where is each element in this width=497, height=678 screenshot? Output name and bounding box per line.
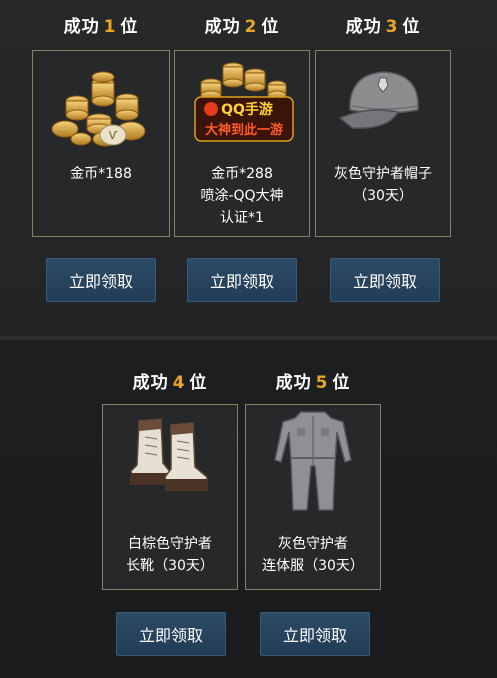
gray-cap-icon (316, 51, 450, 151)
reward-card-3: 灰色守护者帽子 （30天） (315, 50, 451, 237)
claim-button-3[interactable]: 立即领取 (330, 258, 440, 302)
reward-2-name-line-1: 金币*288 (211, 166, 273, 182)
reward-3-name-line-1: 灰色守护者帽子 (334, 166, 432, 182)
svg-text:大神到此一游: 大神到此一游 (205, 122, 283, 138)
rank-4-title: 成功 4 位 (132, 373, 208, 393)
reward-4-name-line-2: 长靴（30天） (126, 558, 214, 574)
claim-button-5[interactable]: 立即领取 (260, 612, 370, 656)
reward-4-name-line-1: 白棕色守护者 (128, 536, 212, 552)
svg-text:QQ手游: QQ手游 (221, 101, 273, 118)
reward-5-name-line-1: 灰色守护者 (278, 536, 348, 552)
boots-icon (103, 405, 237, 505)
reward-3-name-line-2: （30天） (353, 188, 413, 204)
claim-button-2[interactable]: 立即领取 (187, 258, 297, 302)
claim-button-4[interactable]: 立即领取 (116, 612, 226, 656)
reward-card-5: 灰色守护者 连体服（30天） (245, 404, 381, 590)
svg-text:Ѵ: Ѵ (109, 129, 118, 142)
rank-3-title: 成功 3 位 (345, 17, 421, 37)
jumpsuit-icon (246, 405, 380, 517)
reward-5-name-line-2: 连体服（30天） (262, 558, 364, 574)
rank-5-title: 成功 5 位 (275, 373, 351, 393)
rank-2-title: 成功 2 位 (204, 17, 280, 37)
reward-card-2: QQ手游 大神到此一游 金币*288 喷涂-QQ大神 认证*1 (174, 50, 310, 237)
reward-2-name-line-3: 认证*1 (220, 210, 264, 226)
reward-1-name-line-1: 金币*188 (70, 166, 132, 182)
reward-card-1: Ѵ 金币*188 (32, 50, 170, 237)
gold-coins-qq-badge-icon: QQ手游 大神到此一游 (175, 51, 309, 151)
claim-button-1[interactable]: 立即领取 (46, 258, 156, 302)
reward-2-name-line-2: 喷涂-QQ大神 (200, 188, 284, 204)
reward-card-4: 白棕色守护者 长靴（30天） (102, 404, 238, 590)
gold-coins-icon: Ѵ (33, 51, 169, 151)
rank-1-title: 成功 1 位 (63, 17, 139, 37)
